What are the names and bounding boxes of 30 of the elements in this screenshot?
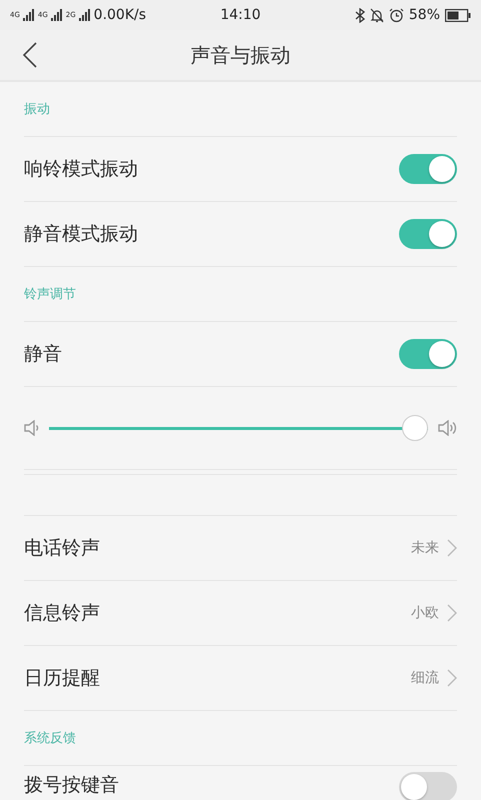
- clock-time: 14:10: [220, 7, 261, 23]
- toggle-switch[interactable]: [399, 154, 457, 184]
- speaker-icon: [24, 420, 39, 436]
- setting-label: 静音: [24, 342, 62, 367]
- ringtone-item[interactable]: 电话铃声 未来: [24, 516, 457, 580]
- setting-label: 静音模式振动: [24, 222, 138, 247]
- section-header: 铃声调节: [24, 286, 76, 303]
- setting-label: 响铃模式振动: [24, 157, 138, 182]
- muted-bell-icon: [370, 8, 384, 22]
- chevron-right-icon: [447, 604, 457, 622]
- battery-percent: 58%: [408, 7, 440, 23]
- speaker-icon: [438, 420, 457, 436]
- section-header: 振动: [24, 101, 50, 118]
- ringtone-item[interactable]: 日历提醒 细流: [24, 646, 457, 710]
- toggle-switch[interactable]: [399, 772, 457, 800]
- toggle-switch[interactable]: [399, 219, 457, 249]
- bluetooth-icon: [354, 8, 365, 22]
- chevron-right-icon: [447, 539, 457, 557]
- chevron-right-icon: [447, 669, 457, 687]
- page-title: 声音与振动: [190, 42, 290, 68]
- signal-icon: [22, 9, 35, 21]
- setting-label: 拨号按键音: [24, 773, 119, 798]
- network-speed: 0.00K/s: [94, 7, 146, 23]
- signal-icon: [50, 9, 63, 21]
- toggle-switch[interactable]: [399, 339, 457, 369]
- alarm-clock-icon: [388, 8, 404, 22]
- battery-icon: [445, 8, 471, 22]
- signal-icon: [78, 9, 91, 21]
- ringtone-item[interactable]: 信息铃声 小欧: [24, 581, 457, 645]
- section-header: 系统反馈: [24, 730, 76, 747]
